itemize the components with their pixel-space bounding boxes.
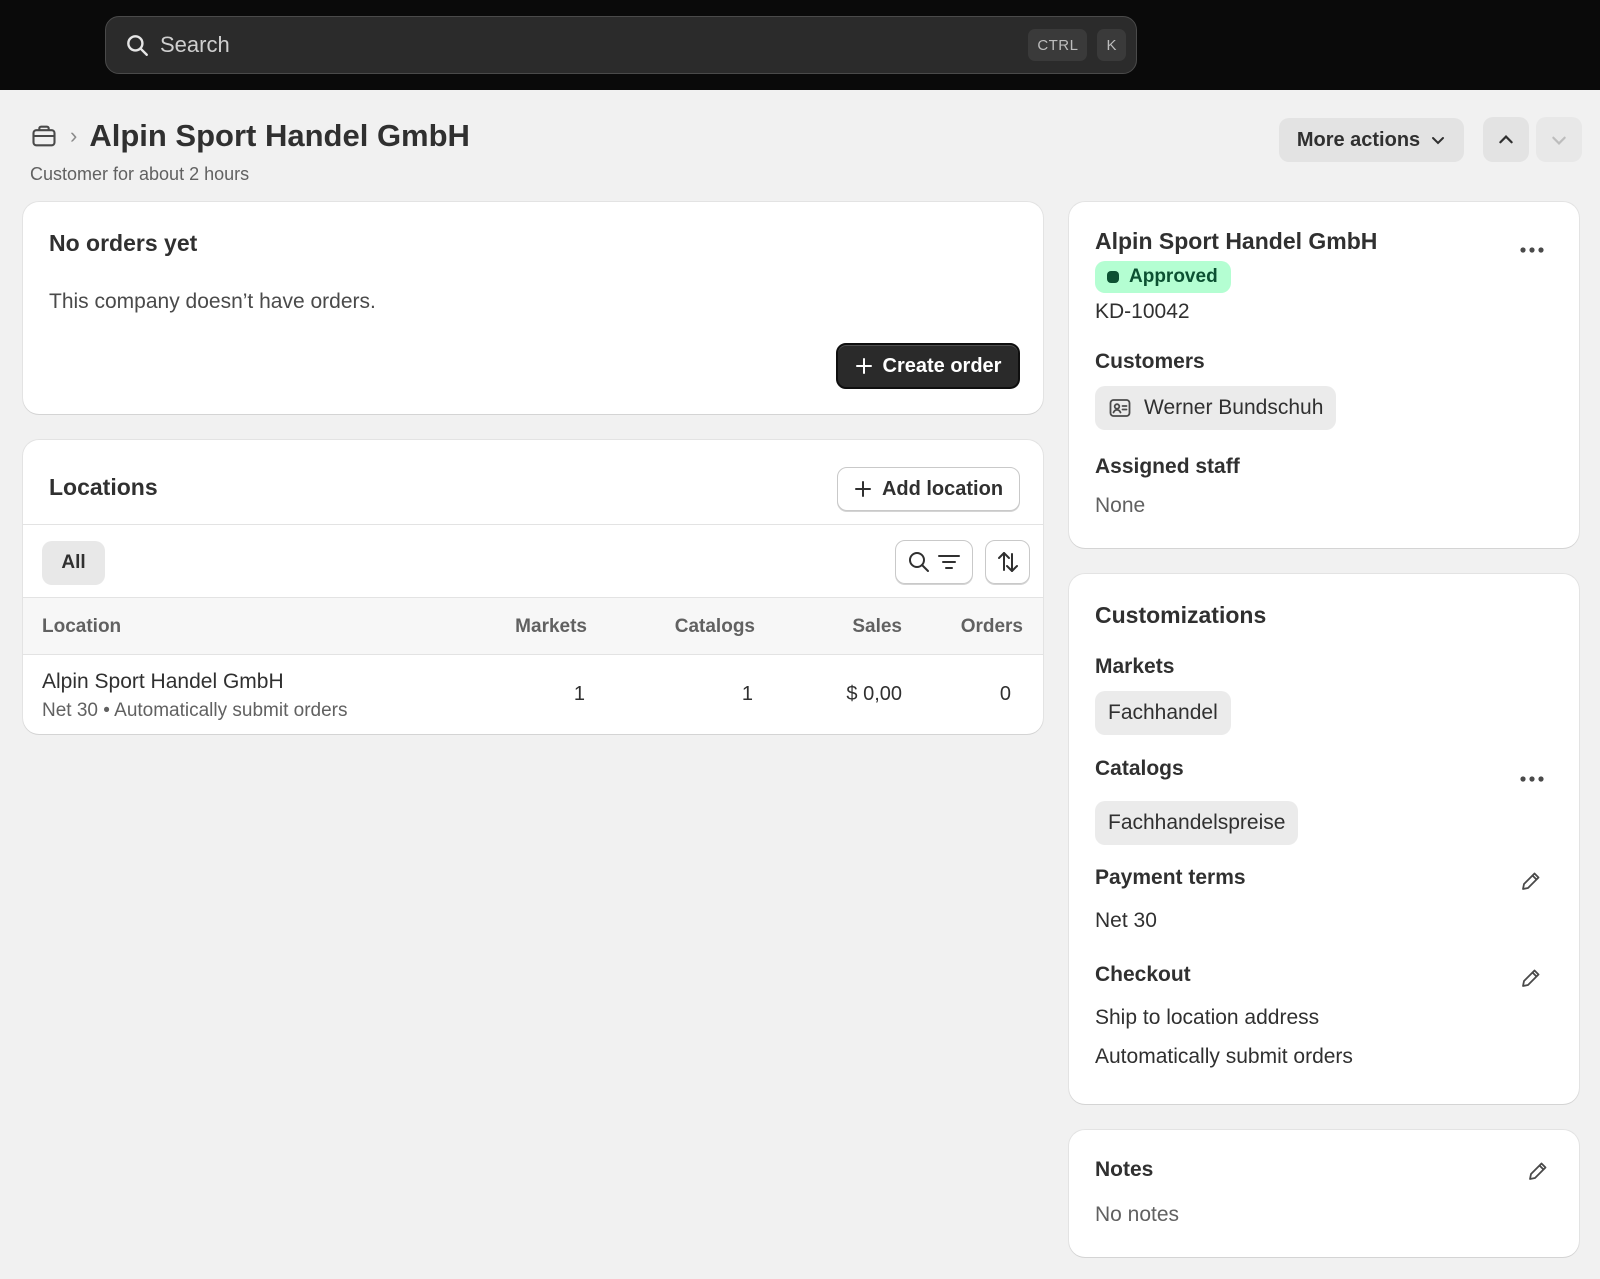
add-location-label: Add location bbox=[881, 477, 1004, 500]
page-title: Alpin Sport Handel GmbH bbox=[89, 118, 470, 153]
payment-terms-heading: Payment terms bbox=[1095, 866, 1246, 889]
company-name: Alpin Sport Handel GmbH bbox=[1095, 228, 1378, 254]
plus-icon bbox=[854, 481, 871, 497]
locations-heading: Locations bbox=[49, 474, 158, 500]
catalog-chip[interactable]: Fachhandelspreise bbox=[1095, 801, 1299, 845]
search-icon bbox=[127, 35, 148, 56]
plus-icon bbox=[855, 358, 872, 374]
tab-all[interactable]: All bbox=[42, 541, 105, 585]
catalogs-heading: Catalogs bbox=[1095, 757, 1184, 780]
column-header-catalogs: Catalogs bbox=[674, 616, 755, 637]
column-header-sales: Sales bbox=[852, 616, 902, 637]
location-meta: Net 30 • Automatically submit orders bbox=[42, 700, 348, 721]
location-catalogs-count: 1 bbox=[741, 683, 753, 705]
next-company-button[interactable] bbox=[1536, 117, 1582, 162]
orders-heading: No orders yet bbox=[49, 230, 198, 256]
shortcut-k-key: K bbox=[1097, 29, 1126, 61]
notes-value: No notes bbox=[1095, 1203, 1180, 1226]
chevron-up-icon bbox=[1499, 134, 1513, 143]
assigned-staff-heading: Assigned staff bbox=[1095, 455, 1240, 478]
status-badge: Approved bbox=[1095, 261, 1231, 293]
checkout-line-2: Automatically submit orders bbox=[1095, 1045, 1353, 1068]
orders-empty-text: This company doesn’t have orders. bbox=[49, 290, 376, 313]
column-header-orders: Orders bbox=[960, 616, 1023, 637]
location-sales: $ 0,00 bbox=[846, 683, 902, 705]
customer-name: Werner Bundschuh bbox=[1144, 396, 1324, 419]
sort-button[interactable] bbox=[985, 540, 1030, 584]
more-actions-button[interactable]: More actions bbox=[1279, 118, 1464, 162]
customer-chip[interactable]: Werner Bundschuh bbox=[1095, 386, 1337, 430]
locations-card: Locations Add location All Location Mark… bbox=[23, 440, 1043, 734]
search-icon bbox=[909, 552, 929, 572]
search-placeholder: Search bbox=[160, 32, 230, 57]
location-markets-count: 1 bbox=[573, 683, 585, 705]
company-summary-card: Alpin Sport Handel GmbH Approved KD-1004… bbox=[1069, 202, 1579, 548]
location-name[interactable]: Alpin Sport Handel GmbH bbox=[42, 670, 284, 694]
payment-terms-value: Net 30 bbox=[1095, 909, 1157, 932]
previous-company-button[interactable] bbox=[1483, 117, 1529, 162]
pencil-icon[interactable] bbox=[1526, 1159, 1550, 1183]
global-search-bar[interactable]: Search CTRL K bbox=[105, 16, 1137, 74]
add-location-button[interactable]: Add location bbox=[837, 467, 1020, 511]
customizations-heading: Customizations bbox=[1095, 602, 1267, 628]
markets-heading: Markets bbox=[1095, 655, 1175, 678]
filter-icon bbox=[938, 555, 960, 569]
assigned-staff-value: None bbox=[1095, 494, 1146, 517]
more-options-icon[interactable] bbox=[1519, 245, 1545, 255]
more-actions-label: More actions bbox=[1296, 128, 1421, 151]
contact-card-icon bbox=[1109, 399, 1131, 417]
locations-filter-bar: All bbox=[23, 524, 1043, 597]
top-bar: Search CTRL K bbox=[0, 0, 1600, 90]
company-id: KD-10042 bbox=[1095, 300, 1190, 323]
market-chip[interactable]: Fachhandel bbox=[1095, 691, 1231, 735]
breadcrumb-chevron-icon: › bbox=[70, 123, 78, 148]
status-dot-icon bbox=[1107, 271, 1119, 283]
create-order-button[interactable]: Create order bbox=[836, 343, 1020, 389]
table-row[interactable]: Alpin Sport Handel GmbH Net 30 • Automat… bbox=[23, 655, 1043, 734]
chevron-down-icon bbox=[1432, 137, 1445, 145]
column-header-location: Location bbox=[42, 616, 122, 637]
chevron-down-icon bbox=[1552, 136, 1566, 145]
notes-card: Notes No notes bbox=[1069, 1130, 1579, 1257]
pencil-icon[interactable] bbox=[1519, 966, 1543, 990]
locations-table-header: Location Markets Catalogs Sales Orders bbox=[23, 597, 1043, 655]
create-order-label: Create order bbox=[882, 354, 1002, 377]
checkout-line-1: Ship to location address bbox=[1095, 1006, 1320, 1029]
column-header-markets: Markets bbox=[515, 616, 587, 637]
location-orders-count: 0 bbox=[999, 683, 1011, 705]
company-icon[interactable] bbox=[30, 122, 58, 150]
checkout-heading: Checkout bbox=[1095, 963, 1191, 986]
notes-heading: Notes bbox=[1095, 1158, 1154, 1181]
shortcut-ctrl-key: CTRL bbox=[1028, 29, 1088, 61]
search-filter-button[interactable] bbox=[895, 540, 973, 584]
status-badge-label: Approved bbox=[1129, 266, 1218, 287]
page-header: › Alpin Sport Handel GmbH Customer for a… bbox=[30, 118, 470, 185]
breadcrumb: › Alpin Sport Handel GmbH bbox=[30, 118, 470, 154]
sort-icon bbox=[997, 552, 1018, 572]
orders-card: No orders yet This company doesn’t have … bbox=[23, 202, 1043, 414]
customizations-card: Customizations Markets Fachhandel Catalo… bbox=[1069, 574, 1579, 1104]
page-subtitle: Customer for about 2 hours bbox=[30, 164, 250, 184]
customers-heading: Customers bbox=[1095, 350, 1205, 373]
more-options-icon[interactable] bbox=[1519, 774, 1545, 784]
pencil-icon[interactable] bbox=[1519, 869, 1543, 893]
